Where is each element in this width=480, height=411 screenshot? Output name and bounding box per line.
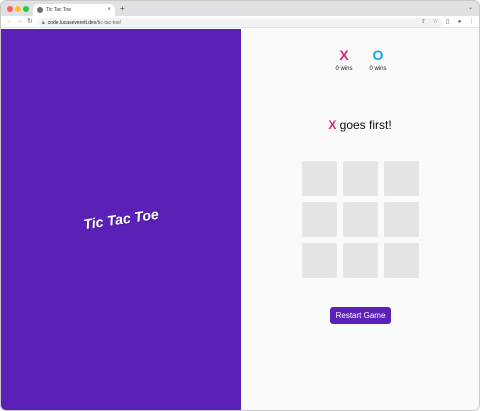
board-cell-6[interactable] [384, 202, 419, 237]
star-icon[interactable]: ☆ [432, 18, 439, 27]
url-path: /tic-tac-toe/ [96, 19, 122, 26]
board-cell-1[interactable] [302, 161, 337, 196]
tab-title: Tic Tac Toe [46, 7, 71, 13]
reload-icon[interactable]: ↻ [27, 17, 33, 27]
board-cell-2[interactable] [343, 161, 378, 196]
menu-icon[interactable]: ⋮ [468, 18, 475, 27]
app-title: Tic Tac Toe [82, 205, 160, 233]
browser-tab[interactable]: Tic Tac Toe × [33, 4, 115, 16]
forward-arrow-icon[interactable]: → [16, 17, 23, 27]
board-cell-4[interactable] [302, 202, 337, 237]
url-host: code.lucaseverett.dev [47, 19, 97, 26]
profile-icon[interactable]: ● [456, 18, 463, 27]
sidebar-icon[interactable]: ▯ [444, 18, 451, 27]
tab-close-icon[interactable]: × [107, 7, 111, 13]
game-board [302, 161, 420, 279]
page-content: Tic Tac Toe X 0 wins O 0 wins X goes fir… [1, 29, 479, 410]
board-cell-7[interactable] [302, 243, 337, 278]
game-panel: X 0 wins O 0 wins X goes first! Restart … [241, 29, 479, 410]
url-text[interactable]: code.lucaseverett.dev/tic-tac-toe/ [48, 20, 121, 26]
browser-window: Tic Tac Toe × + ⌄ ← → ↻ 🔒︎ code.lucaseve… [0, 0, 480, 411]
turn-status: X goes first! [241, 118, 479, 132]
board-cell-5[interactable] [343, 202, 378, 237]
board-cell-8[interactable] [343, 243, 378, 278]
lock-icon[interactable]: 🔒︎ [42, 20, 45, 26]
favicon-icon [37, 7, 43, 13]
restart-game-button[interactable]: Restart Game [330, 307, 391, 324]
score-o-wins: 0 wins [369, 66, 387, 72]
toolbar-actions: ⇪ ☆ ▯ ● ⋮ [420, 18, 475, 27]
close-window-icon[interactable] [7, 6, 13, 12]
minimize-window-icon[interactable] [15, 6, 21, 12]
board-cell-9[interactable] [384, 243, 419, 278]
browser-toolbar: ← → ↻ 🔒︎ code.lucaseverett.dev/tic-tac-t… [1, 16, 479, 28]
chevron-down-icon[interactable]: ⌄ [468, 4, 473, 11]
back-arrow-icon[interactable]: ← [6, 17, 13, 27]
new-tab-icon[interactable]: + [120, 3, 125, 15]
share-icon[interactable]: ⇪ [420, 18, 427, 27]
address-bar[interactable]: 🔒︎ code.lucaseverett.dev/tic-tac-toe/ [38, 18, 442, 27]
board-cell-3[interactable] [384, 161, 419, 196]
turn-text: goes first! [336, 118, 392, 132]
maximize-window-icon[interactable] [23, 6, 29, 12]
brand-panel: Tic Tac Toe [1, 29, 241, 410]
score-o-mark: O [372, 47, 384, 63]
score-o: O 0 wins [358, 47, 398, 72]
tab-strip: Tic Tac Toe × + ⌄ [1, 1, 479, 16]
